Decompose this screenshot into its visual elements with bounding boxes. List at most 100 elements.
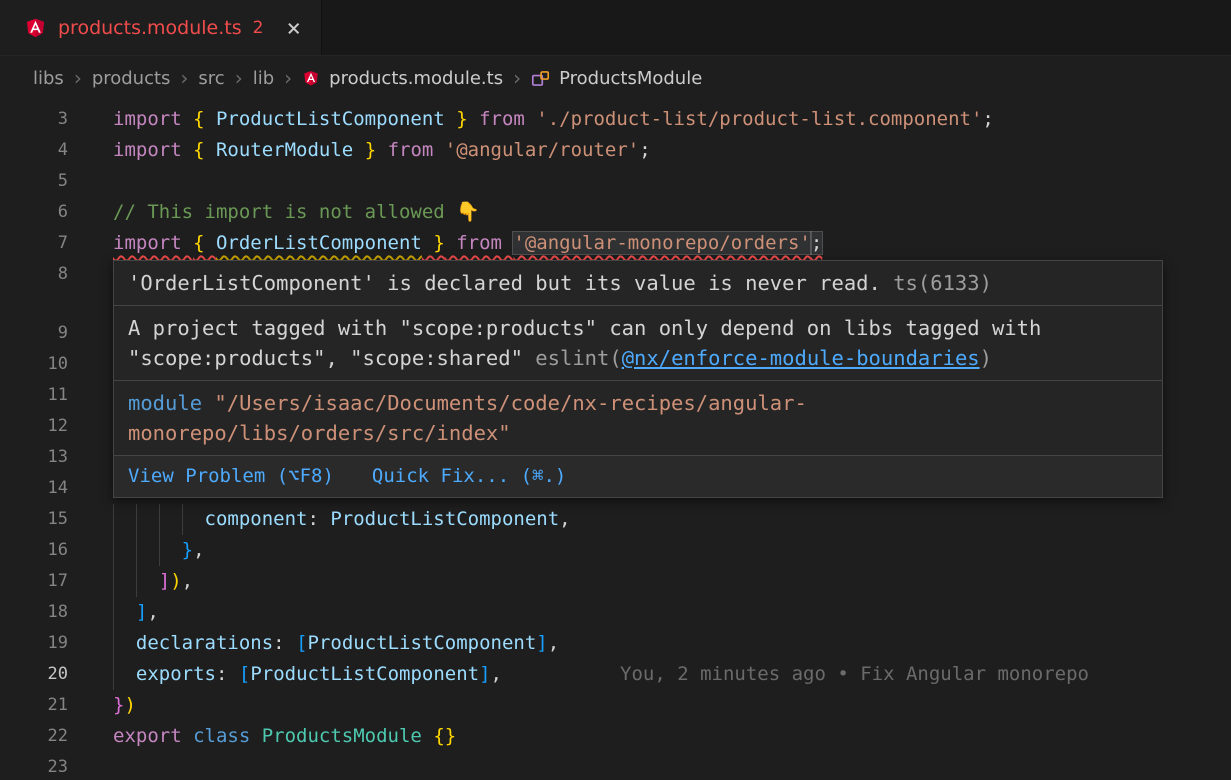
indent-guide xyxy=(113,628,114,659)
line-number[interactable]: 6 xyxy=(0,197,68,228)
code-line[interactable]: 7import { OrderListComponent } from '@an… xyxy=(0,228,1231,259)
code-token: {} xyxy=(433,725,456,747)
hover-actions: View Problem (⌥F8) Quick Fix... (⌘.) xyxy=(114,456,1162,497)
code-token: import xyxy=(113,108,193,130)
code-text: declarations: [ProductListComponent], xyxy=(113,628,559,659)
code-token: from xyxy=(445,232,514,254)
code-token: ) xyxy=(170,570,181,592)
code-token: export xyxy=(113,725,193,747)
line-number[interactable]: 4 xyxy=(0,135,68,166)
code-token: ] xyxy=(159,570,170,592)
breadcrumb-file[interactable]: products.module.ts xyxy=(329,68,503,89)
code-token: } xyxy=(422,232,445,254)
close-icon[interactable]: × xyxy=(286,16,300,40)
line-number[interactable]: 21 xyxy=(0,690,68,721)
indent-guide xyxy=(113,597,114,628)
code-token: import xyxy=(113,232,193,254)
line-number[interactable]: 18 xyxy=(0,597,68,628)
tab-title: products.module.ts xyxy=(58,17,242,39)
code-text: ]), xyxy=(113,566,193,597)
line-number[interactable]: 13 xyxy=(0,442,68,473)
line-number[interactable]: 7 xyxy=(0,228,68,259)
line-number[interactable]: 10 xyxy=(0,349,68,380)
code-line[interactable]: 3 import { ProductListComponent } from '.… xyxy=(0,104,1231,135)
indent-guide xyxy=(159,535,160,566)
hover-link[interactable]: @nx/enforce-module-boundaries xyxy=(622,346,980,370)
line-number[interactable]: 22 xyxy=(0,721,68,752)
line-number[interactable]: 8 xyxy=(0,259,68,290)
code-token: { xyxy=(193,108,216,130)
code-line[interactable]: 6// This import is not allowed 👇 xyxy=(0,197,1231,228)
line-number[interactable]: 3 xyxy=(0,104,68,135)
code-line[interactable]: 4import { RouterModule } from '@angular/… xyxy=(0,135,1231,166)
code-token: from xyxy=(468,108,537,130)
hover-message: module "/Users/isaac/Documents/code/nx-r… xyxy=(114,381,1162,456)
code-text: ], xyxy=(113,597,159,628)
code-line[interactable]: 17 ]), xyxy=(0,566,1231,597)
code-token: '@angular-monorepo/orders' xyxy=(513,232,810,254)
code-token: : xyxy=(216,663,239,685)
code-token: class xyxy=(193,725,262,747)
code-token: ProductListComponent xyxy=(308,632,537,654)
breadcrumb-symbol[interactable]: ProductsModule xyxy=(559,68,702,89)
indent-guide xyxy=(136,566,137,597)
line-number[interactable]: 23 xyxy=(0,752,68,780)
code-token: } xyxy=(113,694,124,716)
angular-icon xyxy=(302,69,320,87)
code-token: ) xyxy=(124,694,135,716)
tab-products-module[interactable]: products.module.ts 2 × xyxy=(0,0,322,55)
code-text: import { ProductListComponent } from './… xyxy=(113,104,994,135)
hover-action-button[interactable]: Quick Fix... (⌘.) xyxy=(372,463,566,490)
code-token: component xyxy=(205,508,308,530)
line-number[interactable]: 5 xyxy=(0,166,68,197)
code-line[interactable]: 23 xyxy=(0,752,1231,780)
code-line[interactable]: 20 exports: [ProductListComponent],You, … xyxy=(0,659,1231,690)
code-token: [ xyxy=(296,632,307,654)
code-line[interactable]: 5 xyxy=(0,166,1231,197)
line-number[interactable]: 11 xyxy=(0,380,68,411)
code-token: } xyxy=(445,108,468,130)
code-line[interactable]: 19 declarations: [ProductListComponent], xyxy=(0,628,1231,659)
line-number[interactable]: 14 xyxy=(0,473,68,504)
code-line[interactable]: 15 component: ProductListComponent, xyxy=(0,504,1231,535)
line-number[interactable]: 20 xyxy=(0,659,68,690)
line-number[interactable]: 16 xyxy=(0,535,68,566)
code-token: ; xyxy=(982,108,993,130)
code-token: : xyxy=(307,508,330,530)
code-token: declarations xyxy=(136,632,273,654)
code-token: ProductsModule xyxy=(262,725,434,747)
code-line[interactable]: 21}) xyxy=(0,690,1231,721)
code-token: ProductListComponent xyxy=(216,108,445,130)
code-line[interactable]: 16 }, xyxy=(0,535,1231,566)
code-token: [ xyxy=(239,663,250,685)
breadcrumb-item-libs[interactable]: libs xyxy=(33,68,64,89)
code-token: ] xyxy=(536,632,547,654)
breadcrumb-item-products[interactable]: products xyxy=(92,68,171,89)
code-token: } xyxy=(353,139,376,161)
code-token: '@angular/router' xyxy=(445,139,639,161)
code-text: exports: [ProductListComponent],You, 2 m… xyxy=(113,659,1089,690)
code-line[interactable]: 18 ], xyxy=(0,597,1231,628)
line-number[interactable]: 15 xyxy=(0,504,68,535)
breadcrumb-item-lib[interactable]: lib xyxy=(253,68,274,89)
code-token: ProductListComponent xyxy=(250,663,479,685)
hover-text: module xyxy=(128,391,214,415)
line-number[interactable]: 9 xyxy=(0,318,68,349)
code-token: exports xyxy=(136,663,216,685)
code-token: './product-list/product-list.component' xyxy=(536,108,982,130)
code-token: ProductListComponent xyxy=(330,508,559,530)
code-line[interactable]: 22 export class ProductsModule {} xyxy=(0,721,1231,752)
breadcrumb: libs › products › src › lib › products.m… xyxy=(0,56,1231,100)
code-token: ; xyxy=(811,232,822,254)
chevron-right-icon: › xyxy=(74,66,82,90)
line-number[interactable]: 17 xyxy=(0,566,68,597)
code-token: ] xyxy=(479,663,490,685)
code-token: , xyxy=(182,570,193,592)
hover-text: eslint( xyxy=(535,346,621,370)
hover-action-button[interactable]: View Problem (⌥F8) xyxy=(128,463,334,490)
hover-text: "/Users/isaac/Documents/code/nx-recipes/… xyxy=(128,391,807,445)
line-number[interactable]: 12 xyxy=(0,411,68,442)
line-number[interactable]: 19 xyxy=(0,628,68,659)
breadcrumb-item-src[interactable]: src xyxy=(198,68,224,89)
chevron-right-icon: › xyxy=(284,66,292,90)
